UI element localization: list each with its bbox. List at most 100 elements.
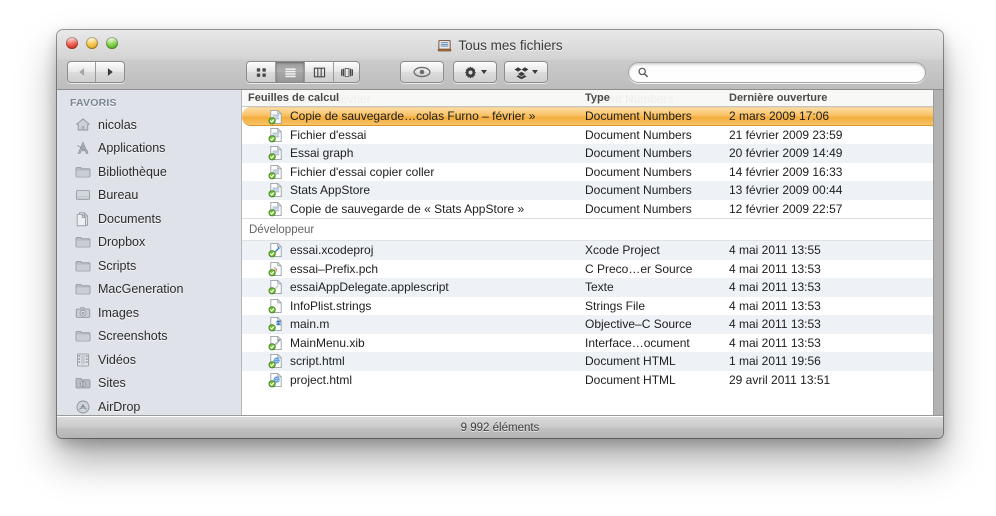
sidebar-item-sites[interactable]: Sites <box>57 372 241 396</box>
back-button[interactable] <box>68 62 96 82</box>
column-header-type[interactable]: Type <box>585 92 610 104</box>
file-date: 12 février 2009 22:57 <box>729 201 843 216</box>
file-date: 20 février 2009 14:49 <box>729 146 843 161</box>
file-type: Document HTML <box>585 354 676 369</box>
file-type: Document Numbers <box>585 164 692 179</box>
sidebar-item-label: Dropbox <box>98 235 146 250</box>
file-name: Copie de sauvegarde de « Stats AppStore … <box>290 201 525 216</box>
table-row[interactable]: project.html Document HTML 29 avril 2011… <box>242 370 933 389</box>
folder-icon <box>75 234 91 250</box>
numbers-doc-icon <box>268 145 284 161</box>
navigation-buttons <box>67 61 125 83</box>
sidebar-item-label: Applications <box>98 141 166 156</box>
sidebar-item-macgeneration[interactable]: MacGeneration <box>57 278 241 302</box>
view-mode-switcher <box>246 61 360 83</box>
file-date: 13 février 2009 00:44 <box>729 183 843 198</box>
sidebar-item-label: MacGeneration <box>98 282 184 297</box>
file-type: Document Numbers <box>585 146 692 161</box>
sidebar-item-videos[interactable]: Vidéos <box>57 348 241 372</box>
file-name: Copie de sauvegarde…colas Furno – févrie… <box>290 109 536 124</box>
sidebar-item-bibliotheque[interactable]: Bibliothèque <box>57 160 241 184</box>
column-view-button[interactable] <box>305 62 334 82</box>
action-menu-button[interactable] <box>453 61 497 83</box>
documents-icon <box>75 211 91 227</box>
dropbox-menu-button[interactable] <box>504 61 548 83</box>
table-row[interactable]: Essai graph Document Numbers 20 février … <box>242 144 933 163</box>
search-input[interactable] <box>654 66 917 78</box>
search-field[interactable] <box>628 61 926 83</box>
desktop-icon <box>75 187 91 203</box>
sidebar-item-label: Vidéos <box>98 352 136 367</box>
folder-icon <box>75 281 91 297</box>
file-name: essaiAppDelegate.applescript <box>290 280 449 295</box>
column-header-date[interactable]: Dernière ouverture <box>729 92 827 104</box>
sidebar-item-scripts[interactable]: Scripts <box>57 254 241 278</box>
table-row[interactable]: InfoPlist.strings Strings File 4 mai 201… <box>242 296 933 315</box>
sidebar-item-images[interactable]: Images <box>57 301 241 325</box>
file-type: Document Numbers <box>585 109 692 124</box>
sidebar-item-applications[interactable]: Applications <box>57 137 241 161</box>
file-date: 4 mai 2011 13:53 <box>729 261 821 276</box>
sidebar-item-screenshots[interactable]: Screenshots <box>57 325 241 349</box>
table-row[interactable]: essai.xcodeproj Xcode Project 4 mai 2011… <box>242 241 933 260</box>
item-count-label: 9 992 éléments <box>460 421 540 434</box>
sidebar-item-label: Bureau <box>98 188 139 203</box>
file-type: Texte <box>585 280 614 295</box>
html-doc-icon <box>268 372 284 388</box>
home-icon <box>75 117 91 133</box>
sidebar-item-bureau[interactable]: Bureau <box>57 184 241 208</box>
strings-file-icon <box>268 298 284 314</box>
window-title-bar: Tous mes fichiers <box>57 38 943 53</box>
sidebar-item-label: Screenshots <box>98 329 168 344</box>
dropbox-icon <box>514 65 529 80</box>
table-row[interactable]: main.m Objective–C Source 4 mai 2011 13:… <box>242 315 933 334</box>
sidebar-item-documents[interactable]: Documents <box>57 207 241 231</box>
group-header-developpeur: Développeur <box>242 219 933 241</box>
sidebar-item-label: Bibliothèque <box>98 164 167 179</box>
resize-grip[interactable] <box>928 423 942 437</box>
chevron-down-icon <box>532 70 538 74</box>
pch-file-icon <box>268 261 284 277</box>
table-row[interactable]: Fichier d'essai copier coller Document N… <box>242 162 933 181</box>
folder-icon <box>75 164 91 180</box>
file-date: 4 mai 2011 13:53 <box>729 298 821 313</box>
table-row[interactable]: essai–Prefix.pch C Preco…er Source 4 mai… <box>242 259 933 278</box>
quick-look-button[interactable] <box>400 61 444 83</box>
table-row[interactable]: essaiAppDelegate.applescript Texte 4 mai… <box>242 278 933 297</box>
file-type: Document Numbers <box>585 127 692 142</box>
window-title-text: Tous mes fichiers <box>458 38 563 53</box>
sidebar-item-label: Images <box>98 305 139 320</box>
table-row[interactable]: Stats AppStore Document Numbers 13 févri… <box>242 181 933 200</box>
list-view-button[interactable] <box>276 62 305 82</box>
file-date: 29 avril 2011 13:51 <box>729 372 831 387</box>
coverflow-view-button[interactable] <box>334 62 359 82</box>
numbers-doc-icon <box>268 164 284 180</box>
column-header-name[interactable]: Feuilles de calcul <box>248 92 339 104</box>
table-row[interactable]: Copie de sauvegarde de « Stats AppStore … <box>242 199 933 218</box>
sidebar-item-airdrop[interactable]: AirDrop <box>57 395 241 415</box>
chevron-down-icon <box>481 70 487 74</box>
table-row[interactable]: MainMenu.xib Interface…ocument 4 mai 201… <box>242 333 933 352</box>
sidebar-item-dropbox[interactable]: Dropbox <box>57 231 241 255</box>
sidebar-item-nicolas[interactable]: nicolas <box>57 113 241 137</box>
file-name: Fichier d'essai copier coller <box>290 164 435 179</box>
sites-folder-icon <box>75 375 91 391</box>
vertical-scrollbar[interactable] <box>933 90 943 415</box>
table-row[interactable]: Copie de sauvegarde…colas Furno – févrie… <box>242 107 933 126</box>
icon-view-button[interactable] <box>247 62 276 82</box>
forward-button[interactable] <box>96 62 124 82</box>
file-type: Interface…ocument <box>585 335 690 350</box>
table-row[interactable]: Fichier d'essai Document Numbers 21 févr… <box>242 125 933 144</box>
sidebar-item-label: nicolas <box>98 117 137 132</box>
folder-icon <box>75 328 91 344</box>
applescript-icon <box>268 279 284 295</box>
table-row[interactable]: script.html Document HTML 1 mai 2011 19:… <box>242 352 933 371</box>
file-rows-container: Copie de sauvegarde…colas Furno – févrie… <box>242 107 933 415</box>
file-date: 4 mai 2011 13:55 <box>729 243 821 258</box>
html-doc-icon <box>268 353 284 369</box>
sidebar-item-label: AirDrop <box>98 399 141 414</box>
file-name: InfoPlist.strings <box>290 298 372 313</box>
window-chrome: Tous mes fichiers <box>57 30 943 90</box>
sidebar-section-favoris: FAVORIS <box>70 97 117 109</box>
film-icon <box>75 352 91 368</box>
